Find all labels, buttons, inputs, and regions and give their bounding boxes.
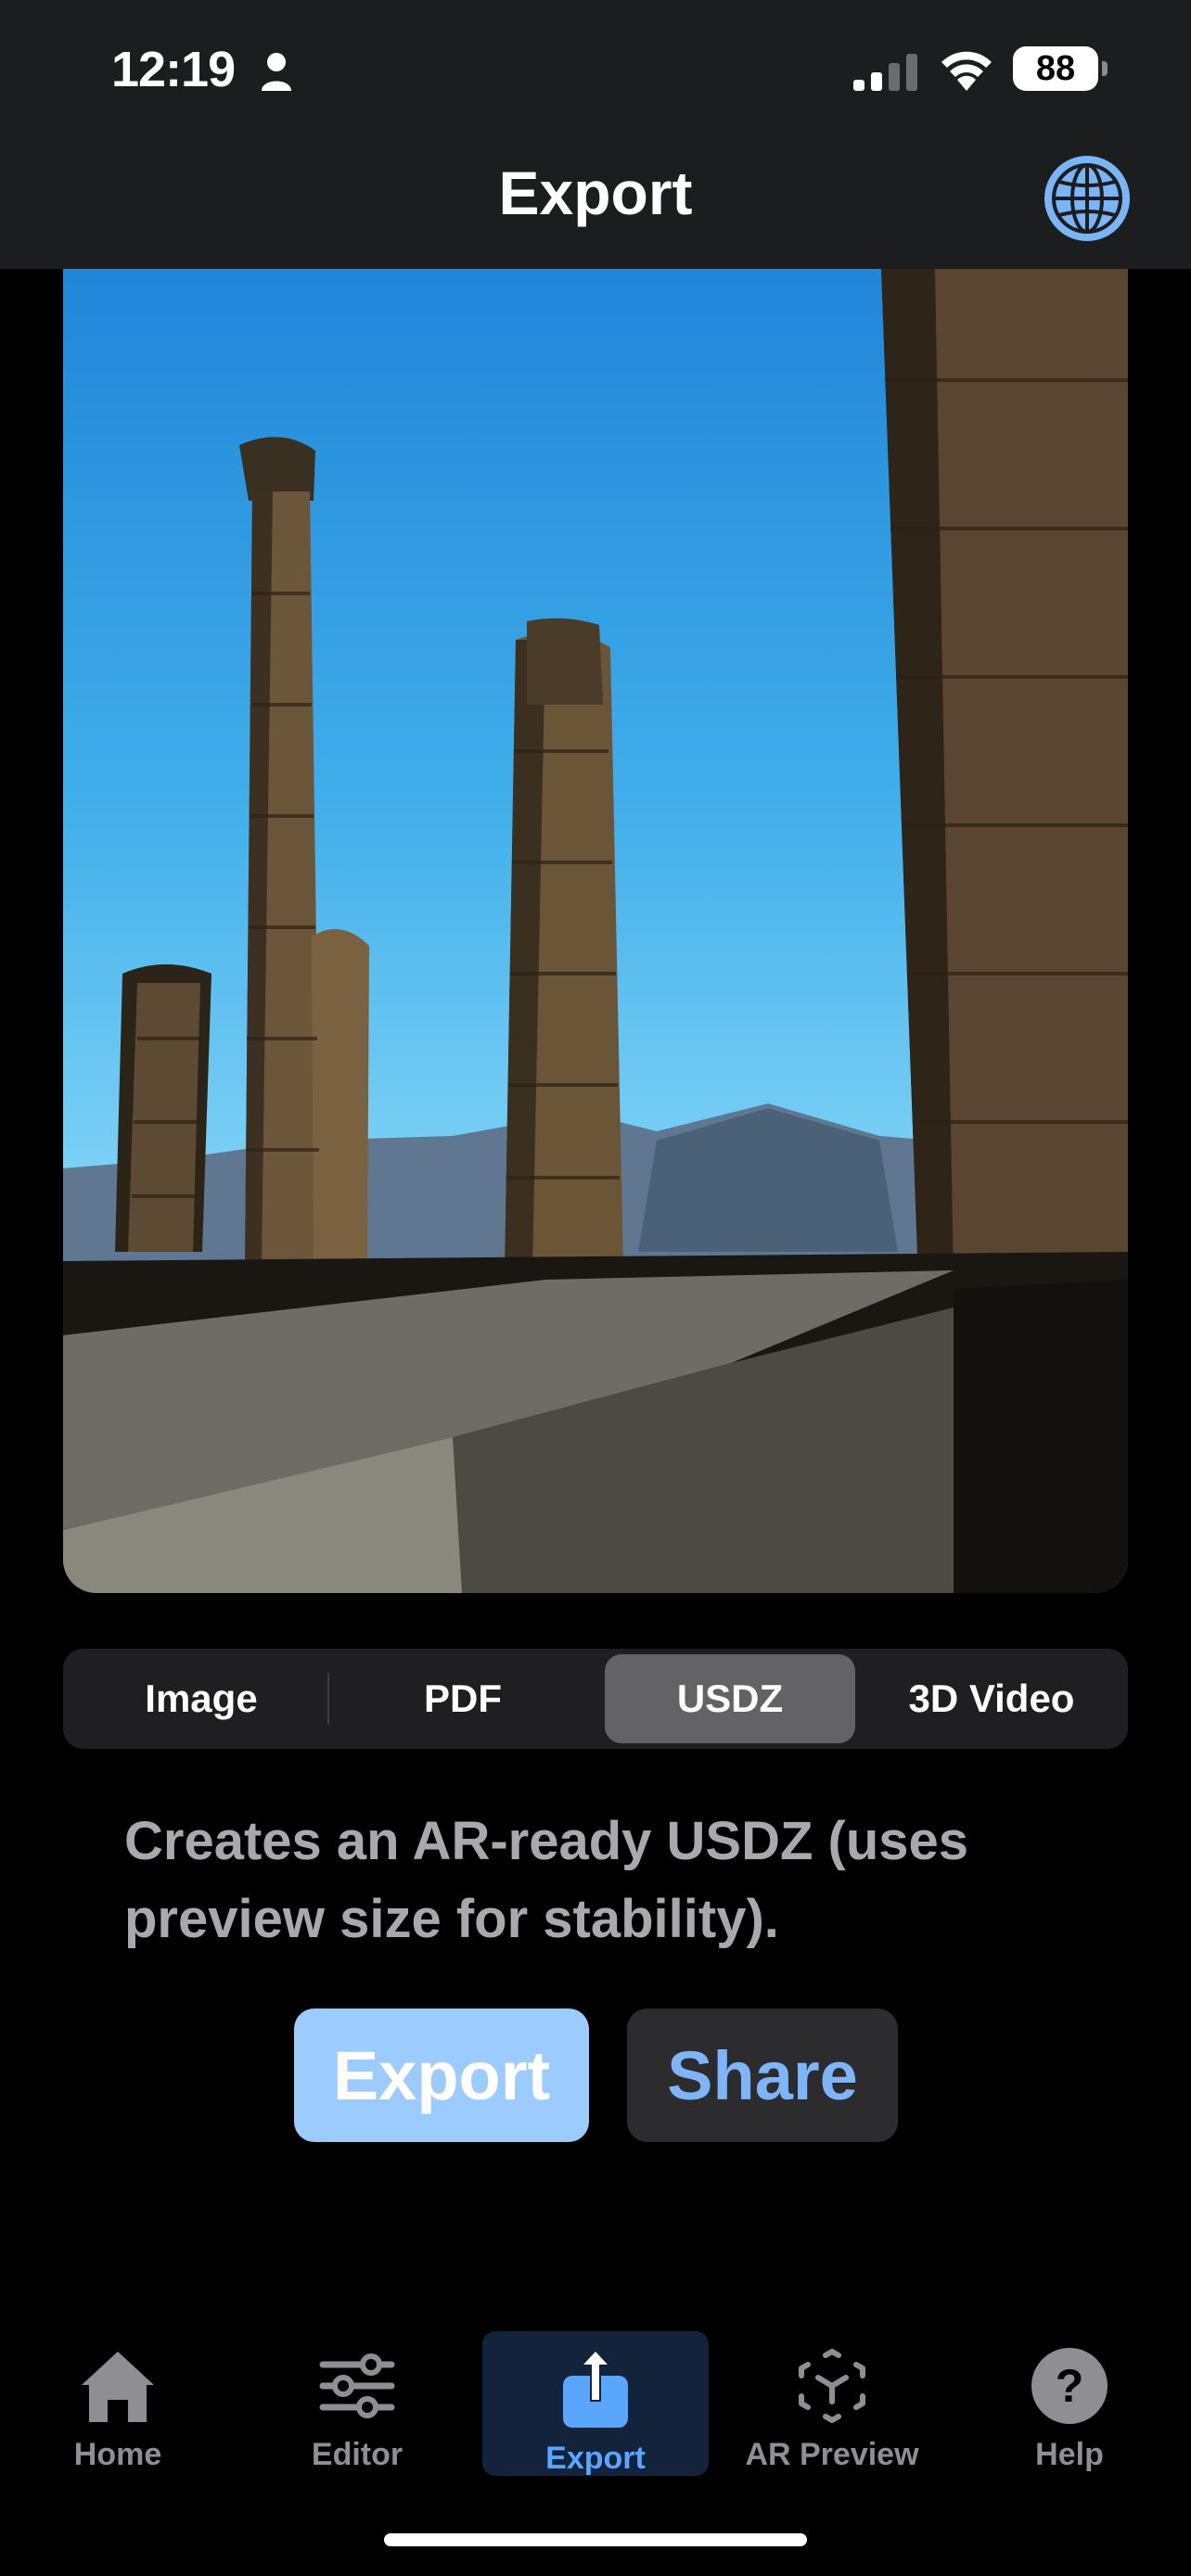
photo-preview bbox=[63, 269, 1128, 1593]
tab-ar-preview-label: AR Preview bbox=[745, 2437, 919, 2472]
home-indicator[interactable] bbox=[384, 2533, 807, 2546]
ar-cube-icon bbox=[799, 2349, 865, 2423]
sliders-icon bbox=[319, 2353, 395, 2418]
format-option-image[interactable]: Image bbox=[76, 1654, 327, 1743]
tab-editor[interactable]: Editor bbox=[250, 2327, 464, 2476]
format-description: Creates an AR-ready USDZ (uses preview s… bbox=[124, 1811, 969, 1949]
battery-level: 88 bbox=[1035, 48, 1076, 88]
navigation-bar: Export bbox=[0, 139, 1191, 269]
tab-home-label: Home bbox=[73, 2437, 162, 2472]
tab-home[interactable]: Home bbox=[11, 2327, 224, 2476]
format-picker: Image PDF USDZ 3D Video bbox=[63, 1649, 1128, 1749]
status-bar: 12:19 88 bbox=[0, 0, 1191, 139]
tab-export-label: Export bbox=[545, 2441, 646, 2476]
svg-text:?: ? bbox=[1056, 2360, 1084, 2412]
person-icon bbox=[262, 53, 291, 91]
tab-ar-preview[interactable]: AR Preview bbox=[725, 2327, 939, 2476]
globe-icon[interactable] bbox=[1043, 154, 1132, 243]
export-button[interactable]: Export bbox=[294, 2009, 589, 2142]
tab-editor-label: Editor bbox=[311, 2437, 403, 2472]
share-icon bbox=[563, 2348, 628, 2428]
question-icon: ? bbox=[1031, 2348, 1108, 2424]
cellular-signal-icon bbox=[853, 54, 917, 91]
wifi-icon bbox=[941, 51, 992, 91]
segment-divider bbox=[327, 1673, 329, 1725]
format-option-usdz[interactable]: USDZ bbox=[605, 1654, 855, 1743]
status-time: 12:19 bbox=[111, 42, 236, 97]
format-option-3d-video[interactable]: 3D Video bbox=[866, 1654, 1117, 1743]
share-button[interactable]: Share bbox=[627, 2009, 898, 2142]
tab-help[interactable]: ? Help bbox=[963, 2327, 1176, 2476]
tab-export[interactable]: Export bbox=[482, 2331, 709, 2476]
battery-icon: 88 bbox=[1013, 46, 1108, 91]
format-option-pdf[interactable]: PDF bbox=[338, 1654, 588, 1743]
house-icon bbox=[82, 2352, 154, 2422]
tab-help-label: Help bbox=[1035, 2437, 1104, 2472]
page-title: Export bbox=[498, 159, 693, 227]
columns-photo bbox=[63, 269, 1128, 1593]
